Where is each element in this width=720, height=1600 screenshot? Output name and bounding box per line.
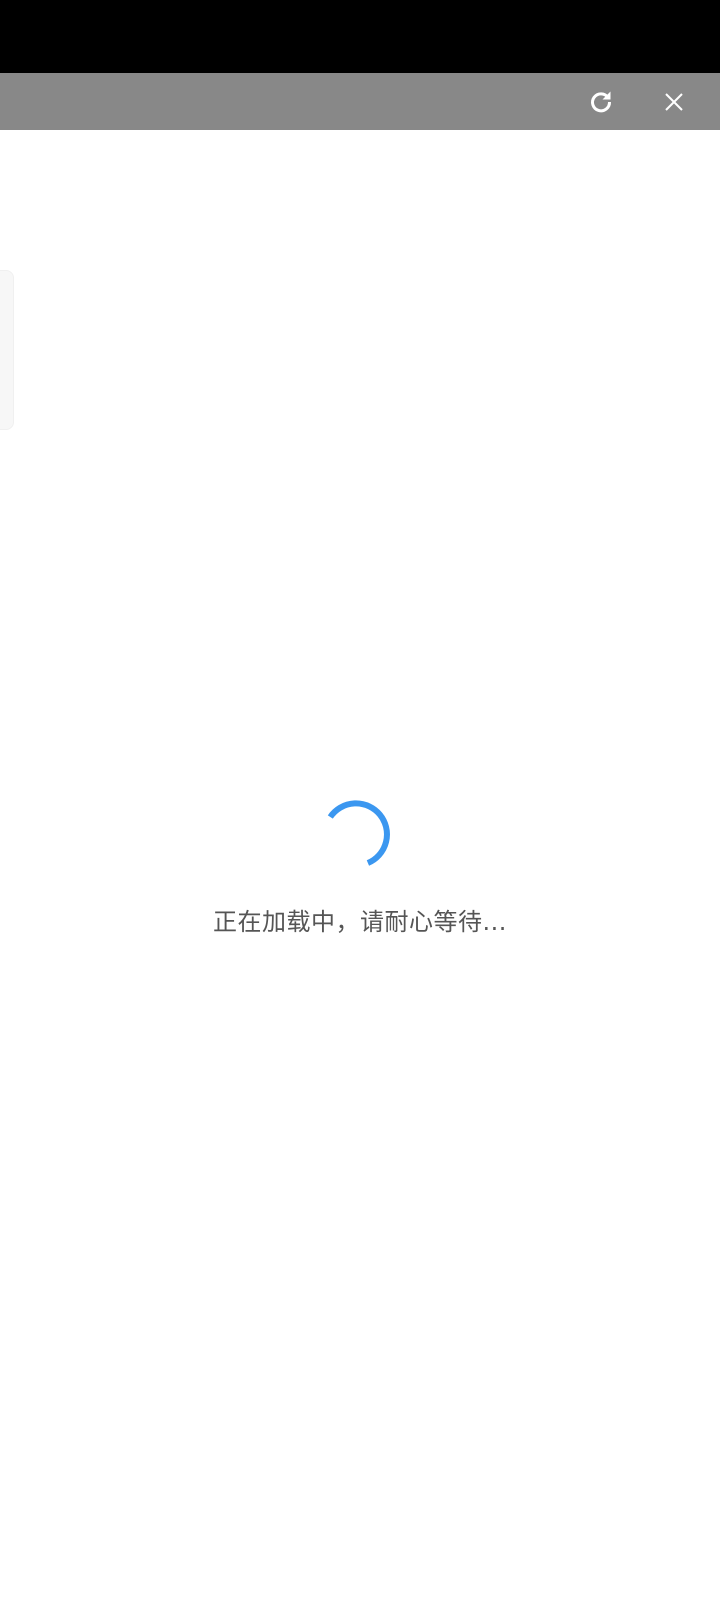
status-bar bbox=[0, 0, 720, 73]
browser-top-bar bbox=[0, 73, 720, 130]
refresh-icon bbox=[591, 91, 612, 112]
close-button[interactable] bbox=[646, 73, 702, 130]
loading-spinner-icon bbox=[327, 800, 390, 866]
refresh-button[interactable] bbox=[573, 73, 629, 130]
loading-message: 正在加载中，请耐心等待... bbox=[213, 908, 507, 936]
close-icon bbox=[665, 92, 683, 111]
side-drawer-handle[interactable] bbox=[0, 270, 14, 430]
page-content: 正在加载中，请耐心等待... bbox=[0, 130, 720, 1600]
